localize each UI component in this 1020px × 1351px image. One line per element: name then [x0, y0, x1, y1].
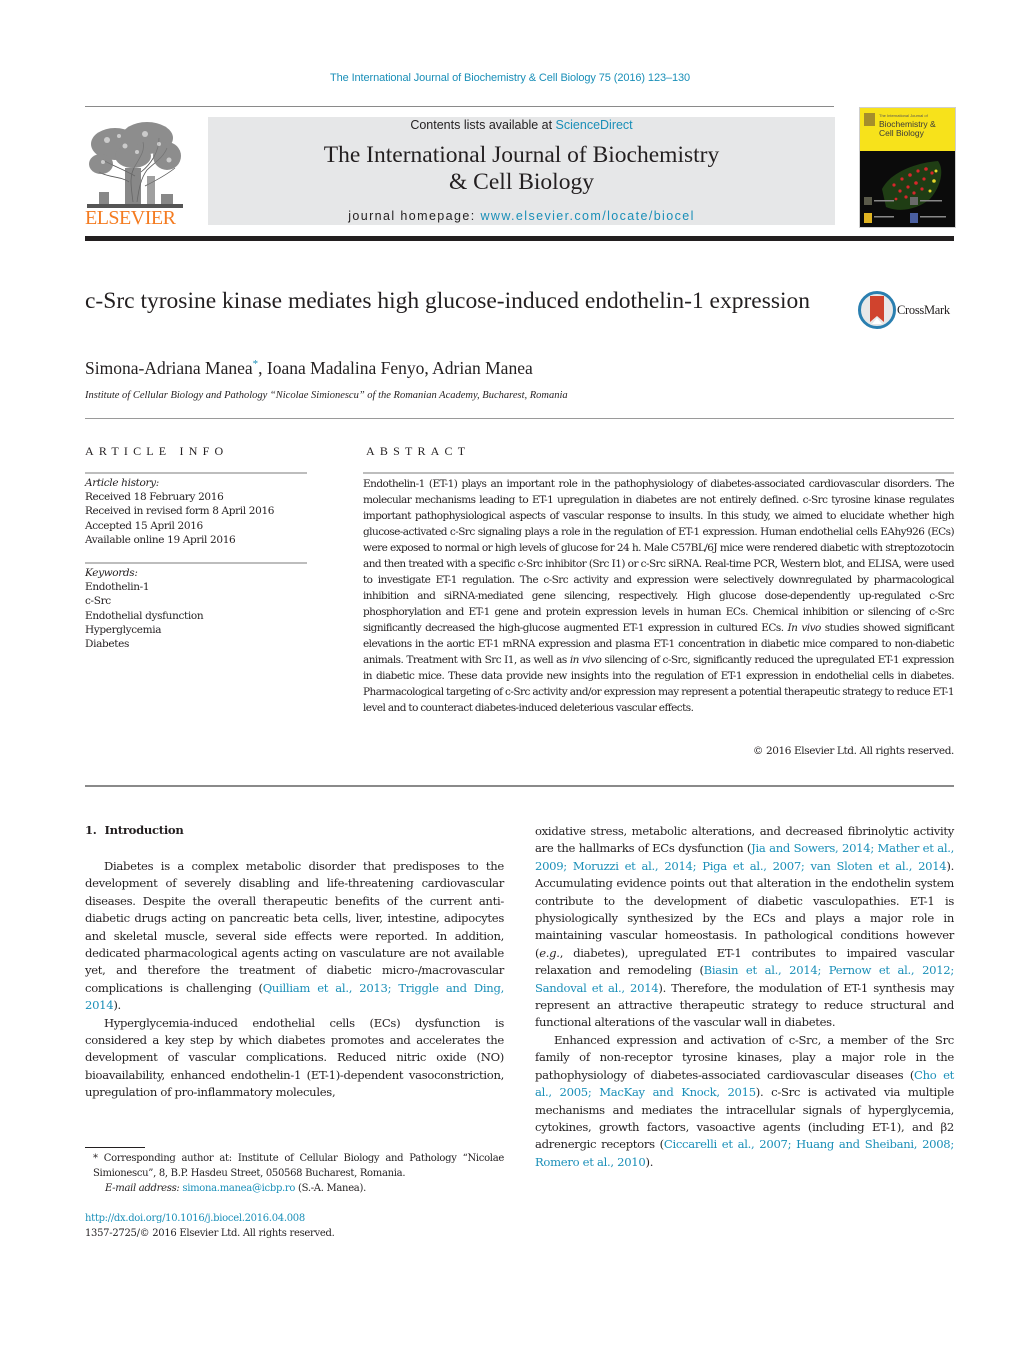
elsevier-wordmark[interactable]: ELSEVIER	[85, 207, 189, 230]
section-number: 1.	[85, 823, 97, 837]
cover-micrograph	[864, 161, 946, 223]
article-title: c-Src tyrosine kinase mediates high gluc…	[85, 288, 811, 314]
author-separator: ,	[424, 358, 433, 378]
author-list: Simona-Adriana Manea*, Ioana Madalina Fe…	[85, 358, 533, 379]
keyword-item: c-Src	[85, 595, 111, 608]
keyword-item: Hyperglycemia	[85, 623, 162, 636]
section-heading-introduction: 1. Introduction	[85, 823, 184, 837]
body-text: Enhanced expression and activation of c-…	[535, 1032, 954, 1082]
doi-block: http://dx.doi.org/10.1016/j.biocel.2016.…	[85, 1212, 335, 1241]
cover-title-line2: Cell Biology	[879, 128, 924, 138]
body-paragraph: Enhanced expression and activation of c-…	[535, 1032, 954, 1171]
article-history: Article history: Received 18 February 20…	[85, 476, 274, 547]
abstract-text: Endothelin-1 (ET-1) plays an important r…	[363, 476, 955, 716]
cover-small-title: The International Journal of	[879, 113, 928, 118]
body-paragraph: Diabetes is a complex metabolic disorder…	[85, 858, 504, 1015]
history-accepted: Accepted 15 April 2016	[85, 519, 203, 532]
author-name: Simona-Adriana Manea	[85, 358, 253, 378]
section-title: Introduction	[104, 823, 184, 837]
body-column-right: oxidative stress, metabolic alterations,…	[535, 823, 954, 1171]
contents-prefix: Contents lists available at	[410, 118, 556, 132]
sciencedirect-link[interactable]: ScienceDirect	[556, 118, 633, 132]
email-link[interactable]: simona.manea@icbp.ro	[182, 1183, 295, 1194]
contents-availability: Contents lists available at ScienceDirec…	[208, 118, 835, 132]
article-info-rule	[85, 472, 307, 474]
body-paragraph: Hyperglycemia-induced endothelial cells …	[85, 1015, 504, 1102]
abstract-rule	[363, 472, 954, 474]
email-note: E-mail address: simona.manea@icbp.ro (S.…	[85, 1182, 504, 1197]
history-received: Received 18 February 2016	[85, 491, 224, 504]
journal-title-line1: The International Journal of Biochemistr…	[323, 142, 720, 168]
issn-copyright: 1357-2725/© 2016 Elsevier Ltd. All right…	[85, 1227, 335, 1239]
cover-title: Biochemistry & Cell Biology	[879, 120, 936, 138]
abstract-segment-italic: In vivo	[787, 622, 822, 634]
author-name: Adrian Manea	[432, 358, 533, 378]
article-history-label: Article history:	[85, 477, 159, 489]
abstract-copyright: © 2016 Elsevier Ltd. All rights reserved…	[752, 745, 954, 757]
title-divider	[85, 418, 954, 419]
keywords: Keywords: Endothelin-1 c-Src Endothelial…	[85, 566, 204, 651]
body-text: Diabetes is a complex metabolic disorder…	[85, 859, 504, 995]
abstract-heading: ABSTRACT	[366, 444, 471, 458]
body-text: ).	[113, 998, 121, 1013]
email-label: E-mail address:	[105, 1182, 180, 1194]
crossmark-label[interactable]: CrossMark	[897, 303, 950, 318]
front-matter-bottom-rule	[85, 785, 954, 787]
history-online: Available online 19 April 2016	[85, 533, 236, 546]
running-head-citation[interactable]: The International Journal of Biochemistr…	[0, 72, 1020, 84]
keyword-item: Endothelin-1	[85, 581, 150, 594]
body-text: Hyperglycemia-induced endothelial cells …	[85, 1015, 504, 1100]
keyword-item: Diabetes	[85, 638, 129, 651]
footnote-corresponding-text: Corresponding author at: Institute of Ce…	[93, 1153, 504, 1179]
journal-masthead-box: Contents lists available at ScienceDirec…	[208, 117, 835, 225]
footnote-rule	[85, 1147, 145, 1148]
body-text: ).	[645, 1154, 654, 1169]
journal-title: The International Journal of Biochemistr…	[208, 142, 835, 196]
italic-text: e.g.	[539, 945, 560, 960]
masthead-top-rule	[85, 106, 834, 107]
homepage-link[interactable]: www.elsevier.com/locate/biocel	[480, 209, 694, 223]
abstract-segment: Endothelin-1 (ET-1) plays an important r…	[363, 478, 955, 634]
keyword-item: Endothelial dysfunction	[85, 609, 204, 622]
abstract-segment-italic: in vivo	[569, 654, 602, 666]
journal-homepage: journal homepage: www.elsevier.com/locat…	[208, 209, 835, 223]
author-affiliation: Institute of Cellular Biology and Pathol…	[85, 390, 568, 401]
author-name: Ioana Madalina Fenyo	[266, 358, 425, 378]
keywords-label: Keywords:	[85, 567, 138, 579]
email-suffix: (S.-A. Manea).	[295, 1182, 366, 1194]
corresponding-author-note: * Corresponding author at: Institute of …	[85, 1152, 504, 1182]
cover-elsevier-emblem	[864, 113, 875, 126]
keywords-rule	[85, 562, 307, 564]
doi-link[interactable]: http://dx.doi.org/10.1016/j.biocel.2016.…	[85, 1212, 334, 1227]
masthead-bottom-rule	[85, 236, 954, 241]
footnote: * Corresponding author at: Institute of …	[85, 1152, 504, 1196]
homepage-label: journal homepage:	[348, 209, 481, 223]
body-text: ). Accumulating evidence points out that…	[535, 858, 954, 960]
journal-cover-thumbnail[interactable]: The International Journal of Biochemistr…	[859, 107, 956, 228]
journal-title-line2: & Cell Biology	[449, 169, 594, 195]
article-info-heading: ARTICLE INFO	[85, 444, 229, 458]
body-paragraph: oxidative stress, metabolic alterations,…	[535, 823, 954, 1032]
author-separator: ,	[258, 358, 267, 378]
history-revised: Received in revised form 8 April 2016	[85, 505, 275, 518]
body-column-left: Diabetes is a complex metabolic disorder…	[85, 858, 504, 1102]
